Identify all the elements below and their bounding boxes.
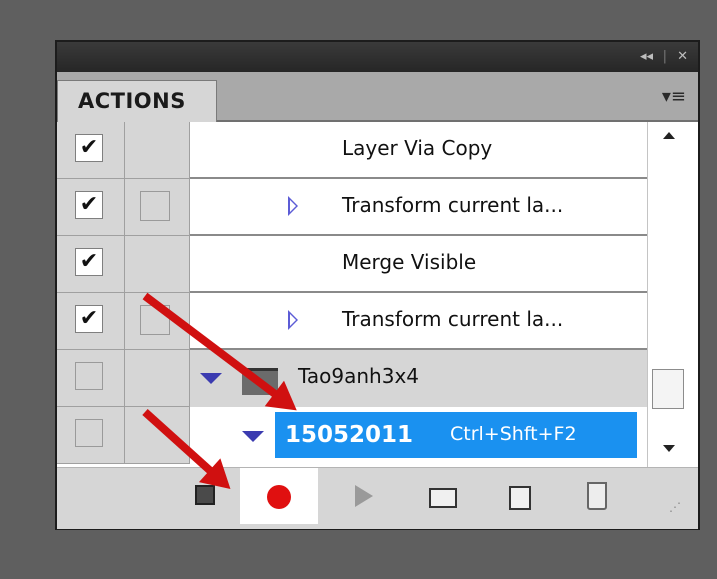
resize-grip-icon[interactable]: ⋰ xyxy=(669,500,681,514)
action-label: Merge Visible xyxy=(342,250,477,274)
dialog-toggle-cell[interactable] xyxy=(125,407,190,464)
action-row[interactable]: ✔ Transform current la... xyxy=(57,179,647,236)
dialog-toggle-checkbox[interactable] xyxy=(140,191,170,221)
collapse-icon[interactable]: ◂◂ xyxy=(640,47,653,67)
toggle-item-checkbox[interactable]: ✔ xyxy=(75,134,103,162)
close-icon[interactable]: ✕ xyxy=(677,47,688,67)
action-label: Layer Via Copy xyxy=(342,136,493,160)
collapse-triangle-icon[interactable] xyxy=(200,373,222,384)
scroll-down-icon[interactable] xyxy=(663,445,675,452)
action-set-label: Tao9anh3x4 xyxy=(298,364,420,388)
play-icon[interactable] xyxy=(355,485,373,507)
scroll-up-icon[interactable] xyxy=(663,132,675,139)
selection-highlight: 15052011 Ctrl+Shft+F2 xyxy=(275,412,637,458)
record-icon xyxy=(267,485,291,509)
toggle-item-checkbox[interactable]: ✔ xyxy=(75,248,103,276)
new-item-icon[interactable] xyxy=(509,486,531,510)
titlebar-divider: | xyxy=(662,49,667,64)
dialog-toggle-cell[interactable] xyxy=(125,350,190,407)
shortcut-label: Ctrl+Shft+F2 xyxy=(450,423,577,445)
scrollbar[interactable] xyxy=(647,122,698,467)
actions-panel: ◂◂ | ✕ ACTIONS ▾≡ ✔ Layer Via Copy ✔ Tra… xyxy=(55,40,700,530)
tab-bar: ACTIONS ▾≡ xyxy=(57,72,698,122)
bottom-toolbar: ⋰ xyxy=(57,467,698,529)
action-set-row[interactable]: Tao9anh3x4 xyxy=(57,350,647,407)
panel-menu-icon[interactable]: ▾≡ xyxy=(662,86,686,107)
tab-actions[interactable]: ACTIONS xyxy=(57,80,217,122)
dialog-toggle-cell[interactable] xyxy=(125,236,190,293)
panel-titlebar: ◂◂ | ✕ xyxy=(57,42,698,73)
toggle-item-checkbox[interactable]: ✔ xyxy=(75,191,103,219)
record-button[interactable] xyxy=(240,468,318,524)
expand-triangle-icon[interactable] xyxy=(288,196,298,216)
folder-icon[interactable] xyxy=(429,488,457,508)
trash-icon[interactable] xyxy=(587,482,607,510)
scroll-thumb[interactable] xyxy=(652,369,684,409)
expand-triangle-icon[interactable] xyxy=(288,310,298,330)
toggle-item-checkbox[interactable]: ✔ xyxy=(75,305,103,333)
dialog-toggle-cell[interactable] xyxy=(125,122,190,179)
action-row[interactable]: ✔ Layer Via Copy xyxy=(57,122,647,179)
action-row[interactable]: ✔ Merge Visible xyxy=(57,236,647,293)
action-label: Transform current la... xyxy=(342,193,564,217)
action-label: Transform current la... xyxy=(342,307,564,331)
toggle-item-checkbox[interactable] xyxy=(75,419,103,447)
toggle-item-checkbox[interactable] xyxy=(75,362,103,390)
selected-action-label: 15052011 xyxy=(285,422,414,448)
collapse-triangle-icon[interactable] xyxy=(242,431,264,442)
